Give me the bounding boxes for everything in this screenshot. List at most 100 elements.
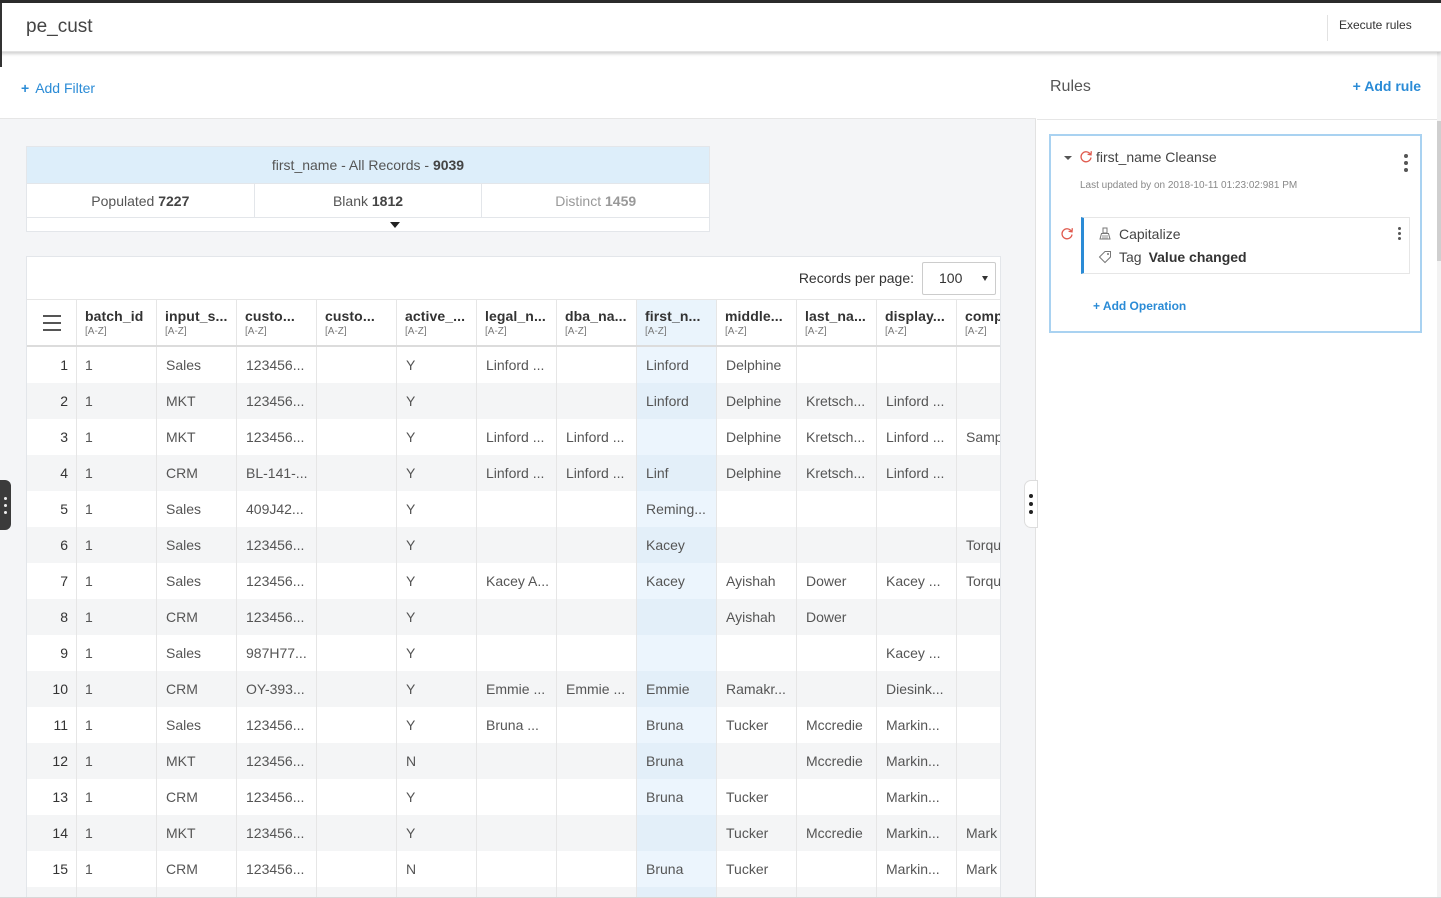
table-cell[interactable]: 1: [77, 383, 157, 419]
table-cell[interactable]: [477, 815, 557, 851]
table-cell[interactable]: Linf: [637, 455, 717, 491]
table-cell[interactable]: 1: [77, 419, 157, 455]
column-header[interactable]: dba_na... [A-Z]: [557, 300, 637, 345]
table-cell[interactable]: [317, 347, 397, 383]
table-row[interactable]: 12 1 MKT 123456... N Bruna Mccredie Markin...: [27, 743, 1000, 779]
column-sort-toggle[interactable]: [A-Z]: [805, 326, 876, 337]
table-cell[interactable]: Kacey ...: [877, 563, 957, 599]
table-cell[interactable]: 123456...: [237, 527, 317, 563]
column-header[interactable]: middle... [A-Z]: [717, 300, 797, 345]
table-cell[interactable]: [797, 635, 877, 671]
table-cell[interactable]: [797, 491, 877, 527]
column-sort-toggle[interactable]: [A-Z]: [485, 326, 556, 337]
table-cell[interactable]: [717, 491, 797, 527]
table-cell[interactable]: [877, 527, 957, 563]
table-cell[interactable]: Y: [397, 707, 477, 743]
table-cell[interactable]: [797, 527, 877, 563]
table-cell[interactable]: Emmie ...: [557, 671, 637, 707]
table-cell[interactable]: 1: [77, 815, 157, 851]
table-cell[interactable]: Sales: [157, 563, 237, 599]
table-cell[interactable]: Emmie: [637, 671, 717, 707]
panel-resize-handle[interactable]: [1024, 480, 1038, 528]
table-cell[interactable]: Linford ...: [877, 455, 957, 491]
table-cell[interactable]: Delphine: [717, 455, 797, 491]
table-cell[interactable]: [317, 383, 397, 419]
table-cell[interactable]: Kacey: [637, 563, 717, 599]
table-cell[interactable]: CRM: [157, 851, 237, 887]
table-cell[interactable]: Linford ...: [877, 383, 957, 419]
table-cell[interactable]: CRM: [157, 599, 237, 635]
table-cell[interactable]: [317, 743, 397, 779]
table-cell[interactable]: [477, 599, 557, 635]
table-cell[interactable]: [317, 815, 397, 851]
caret-down-icon[interactable]: [390, 222, 400, 228]
table-row[interactable]: 15 1 CRM 123456... N Bruna Tucker Markin... Mark: [27, 851, 1000, 887]
table-cell[interactable]: 409J42...: [237, 491, 317, 527]
table-cell[interactable]: Y: [397, 779, 477, 815]
table-cell[interactable]: Linford ...: [477, 347, 557, 383]
table-cell[interactable]: Linford ...: [557, 455, 637, 491]
table-cell[interactable]: Bruna: [637, 743, 717, 779]
table-cell[interactable]: [557, 383, 637, 419]
table-row[interactable]: 10 1 CRM OY-393... Y Emmie ... Emmie ... Emmie R…: [27, 671, 1000, 707]
table-cell[interactable]: [637, 635, 717, 671]
execute-rules-button[interactable]: Execute rules: [1339, 18, 1412, 32]
table-cell[interactable]: Y: [397, 527, 477, 563]
records-per-page-select[interactable]: 100: [922, 261, 996, 295]
table-cell[interactable]: CRM: [157, 779, 237, 815]
column-header[interactable]: custo... [A-Z]: [317, 300, 397, 345]
table-cell[interactable]: Markin...: [877, 851, 957, 887]
table-cell[interactable]: [797, 779, 877, 815]
table-cell[interactable]: 1: [77, 707, 157, 743]
table-cell[interactable]: 123456...: [237, 599, 317, 635]
table-cell[interactable]: Kretsch...: [797, 383, 877, 419]
table-cell[interactable]: 1: [77, 671, 157, 707]
column-sort-toggle[interactable]: [A-Z]: [165, 326, 236, 337]
table-cell[interactable]: Dower: [797, 563, 877, 599]
table-cell[interactable]: MKT: [157, 383, 237, 419]
column-header[interactable]: custo... [A-Z]: [237, 300, 317, 345]
table-cell[interactable]: [957, 599, 1000, 635]
table-cell[interactable]: [797, 671, 877, 707]
table-cell[interactable]: Sales: [157, 527, 237, 563]
column-sort-toggle[interactable]: [A-Z]: [325, 326, 396, 337]
table-cell[interactable]: Y: [397, 599, 477, 635]
table-cell[interactable]: [957, 779, 1000, 815]
table-cell[interactable]: Kretsch...: [797, 455, 877, 491]
table-cell[interactable]: [477, 527, 557, 563]
table-cell[interactable]: Mark: [957, 815, 1000, 851]
table-cell[interactable]: Y: [397, 563, 477, 599]
table-cell[interactable]: Y: [397, 419, 477, 455]
table-row[interactable]: 13 1 CRM 123456... Y Bruna Tucker Markin...: [27, 779, 1000, 815]
table-cell[interactable]: [957, 455, 1000, 491]
column-header[interactable]: input_s... [A-Z]: [157, 300, 237, 345]
table-cell[interactable]: Ayishah: [717, 599, 797, 635]
table-cell[interactable]: Dower: [797, 599, 877, 635]
column-header[interactable]: comp [A-Z]: [957, 300, 1000, 345]
table-cell[interactable]: Bruna ...: [477, 707, 557, 743]
table-cell[interactable]: [317, 419, 397, 455]
table-cell[interactable]: [477, 743, 557, 779]
table-cell[interactable]: Tucker: [717, 851, 797, 887]
table-cell[interactable]: 987H77...: [237, 635, 317, 671]
table-cell[interactable]: [717, 527, 797, 563]
table-row[interactable]: 5 1 Sales 409J42... Y Reming...: [27, 491, 1000, 527]
table-cell[interactable]: Markin...: [877, 707, 957, 743]
table-cell[interactable]: 1: [77, 527, 157, 563]
table-cell[interactable]: Delphine: [717, 419, 797, 455]
table-cell[interactable]: Samp: [957, 419, 1000, 455]
stat-blank[interactable]: Blank 1812: [255, 184, 483, 217]
table-cell[interactable]: [557, 599, 637, 635]
table-cell[interactable]: [557, 491, 637, 527]
table-cell[interactable]: Linford ...: [877, 419, 957, 455]
table-cell[interactable]: 123456...: [237, 707, 317, 743]
table-cell[interactable]: [557, 635, 637, 671]
table-cell[interactable]: [317, 671, 397, 707]
table-row[interactable]: 3 1 MKT 123456... Y Linford ... Linford ... Del…: [27, 419, 1000, 455]
table-cell[interactable]: [557, 527, 637, 563]
table-cell[interactable]: Linford: [637, 383, 717, 419]
table-row[interactable]: 1 1 Sales 123456... Y Linford ... Linford Delph…: [27, 347, 1000, 383]
table-cell[interactable]: Torqu: [957, 527, 1000, 563]
table-cell[interactable]: 123456...: [237, 419, 317, 455]
table-cell[interactable]: N: [397, 743, 477, 779]
